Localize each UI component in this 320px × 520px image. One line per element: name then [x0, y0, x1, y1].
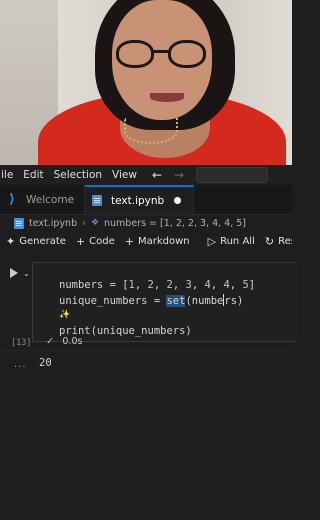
restart-icon: ↻	[264, 234, 275, 248]
breadcrumb: text.ipynb › ❖ numbers = [1, 2, 2, 3, 4,…	[0, 215, 292, 231]
back-arrow-icon[interactable]: ←	[152, 168, 162, 182]
output-divider	[0, 350, 292, 351]
plus-icon: +	[75, 234, 86, 248]
presenter-glasses	[116, 40, 208, 70]
run-all-button[interactable]: ▷ Run All	[208, 235, 255, 248]
run-cell-icon[interactable]	[10, 268, 18, 278]
tab-welcome[interactable]: ⟩ Welcome	[0, 185, 86, 214]
menu-edit[interactable]: Edit	[18, 169, 48, 181]
tab-label: Welcome	[26, 193, 75, 206]
chevron-down-icon[interactable]: ⌄	[23, 269, 30, 278]
code-cell[interactable]: numbers = [1, 2, 2, 3, 4, 4, 5] unique_n…	[32, 262, 297, 342]
plus-icon: +	[124, 234, 134, 248]
output-more-icon[interactable]: ...	[14, 359, 27, 370]
menu-bar: ile Edit Selection View ← →	[0, 165, 292, 185]
command-center-search[interactable]	[196, 167, 269, 183]
variable-symbol-icon: ❖	[90, 218, 100, 228]
menu-view[interactable]: View	[107, 169, 142, 181]
webcam-overlay	[0, 0, 292, 165]
menu-file[interactable]: ile	[0, 169, 18, 181]
forward-arrow-icon[interactable]: →	[174, 168, 184, 182]
notebook-toolbar: ✦ Generate + Code + Markdown ▷ Run All ↻…	[0, 231, 292, 251]
run-all-label: Run All	[220, 235, 255, 247]
code-editor[interactable]: numbers = [1, 2, 2, 3, 4, 4, 5] unique_n…	[59, 277, 255, 339]
breadcrumb-symbol[interactable]: numbers = [1, 2, 2, 3, 4, 4, 5]	[104, 218, 246, 229]
notebook-icon	[91, 195, 103, 207]
tab-label: text.ipynb	[111, 194, 165, 207]
notebook-cell-area: ⌄ numbers = [1, 2, 2, 3, 4, 4, 5] unique…	[0, 256, 297, 520]
execution-count: [13]	[11, 338, 32, 348]
cell-output: 20	[39, 357, 52, 369]
breadcrumb-separator: ›	[82, 217, 86, 229]
success-check-icon: ✓	[46, 336, 55, 347]
sparkle-icon: ✦	[6, 234, 16, 248]
unsaved-dot-icon[interactable]	[174, 197, 182, 204]
notebook-icon	[14, 217, 24, 229]
presenter-mouth	[150, 93, 184, 102]
restart-label: Resta	[278, 235, 292, 247]
breadcrumb-file[interactable]: text.ipynb	[29, 218, 77, 229]
tab-text-ipynb[interactable]: text.ipynb	[85, 185, 195, 214]
code-label: Code	[89, 235, 115, 247]
inline-chat-sparkle-icon[interactable]: ✨	[59, 309, 255, 323]
vscode-logo-icon: ⟩	[9, 192, 15, 207]
code-line-2: unique_numbers = set(numbers)	[59, 294, 244, 307]
generate-label: Generate	[19, 235, 66, 247]
generate-button[interactable]: ✦ Generate	[6, 235, 66, 248]
nav-arrows: ← →	[152, 168, 184, 182]
markdown-label: Markdown	[137, 235, 190, 247]
run-all-icon: ▷	[207, 234, 217, 248]
restart-button[interactable]: ↻ Resta	[265, 235, 292, 248]
code-line-1: numbers = [1, 2, 2, 3, 4, 4, 5]	[59, 279, 256, 291]
editor-tab-bar: ⟩ Welcome text.ipynb	[0, 185, 292, 215]
cell-run-controls[interactable]: ⌄	[10, 268, 30, 278]
cell-status: ✓ 0.0s	[46, 336, 82, 347]
add-code-button[interactable]: + Code	[76, 235, 115, 248]
add-markdown-button[interactable]: + Markdown	[125, 235, 190, 248]
menu-selection[interactable]: Selection	[49, 169, 107, 181]
presenter-necklace	[124, 118, 178, 144]
execution-duration: 0.0s	[62, 336, 83, 347]
